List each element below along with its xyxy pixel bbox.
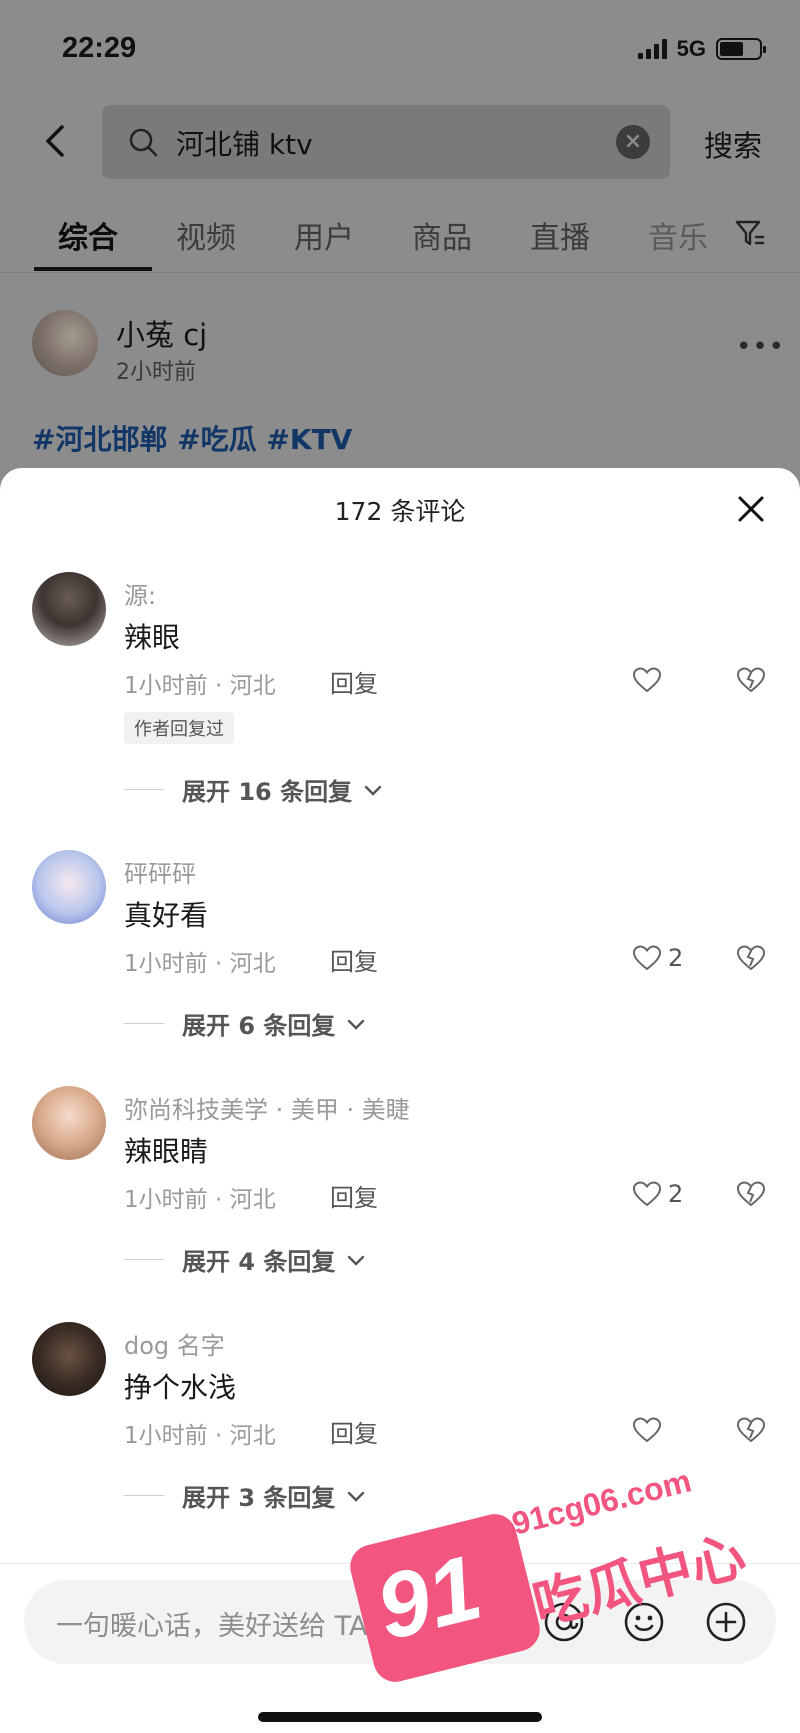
comment-item: dog 名字 挣个水浅 1小时前 · 河北 回复 展开 3 条回复: [0, 1322, 800, 1552]
post-tags[interactable]: #河北邯郸 #吃瓜 #KTV: [32, 418, 352, 458]
status-bar: 22:29 5G: [0, 0, 800, 100]
clear-icon[interactable]: ×: [616, 125, 650, 159]
comment-meta: 1小时前 · 河北: [124, 673, 276, 699]
post-time: 2小时前: [116, 360, 196, 385]
comment-username[interactable]: dog 名字: [124, 1326, 225, 1361]
heart-icon: [632, 1181, 662, 1207]
active-tab-indicator: [34, 267, 152, 271]
avatar[interactable]: [32, 310, 98, 376]
search-input[interactable]: 河北铺 ktv ×: [102, 105, 670, 179]
expand-replies-button[interactable]: 展开 4 条回复: [124, 1242, 367, 1277]
comments-sheet: 172 条评论 源: 辣眼 1小时前 · 河北 回复 作者回复过 展开 16 条…: [0, 468, 800, 1733]
search-icon: [129, 128, 158, 157]
expand-replies-label: 展开 6 条回复: [182, 1012, 336, 1040]
dislike-icon[interactable]: [736, 1416, 766, 1444]
comment-username[interactable]: 源:: [124, 576, 156, 611]
filter-icon[interactable]: [734, 217, 766, 249]
tab-products[interactable]: 商品: [412, 213, 472, 257]
avatar[interactable]: [32, 1322, 106, 1396]
tab-bar: 综合 视频 用户 商品 直播 音乐: [0, 205, 800, 273]
comment-item: 源: 辣眼 1小时前 · 河北 回复 作者回复过 展开 16 条回复: [0, 572, 800, 806]
search-button[interactable]: 搜索: [704, 123, 762, 165]
avatar[interactable]: [32, 850, 106, 924]
comment-username[interactable]: 砰砰砰: [124, 854, 196, 889]
post-header: 小菟 cj 2小时前 •••: [0, 310, 800, 390]
mention-icon[interactable]: [542, 1600, 586, 1644]
status-icons: 5G: [637, 36, 766, 62]
comment-text: 辣眼: [124, 621, 181, 654]
like-button[interactable]: [632, 666, 668, 694]
expand-replies-label: 展开 16 条回复: [182, 778, 353, 806]
comment-input[interactable]: 一句暖心话，美好送给 TA: [24, 1580, 776, 1664]
heart-icon: [632, 945, 662, 971]
signal-icon: [637, 39, 667, 59]
tab-video[interactable]: 视频: [176, 213, 236, 257]
comment-meta: 1小时前 · 河北: [124, 1187, 276, 1213]
search-row: 河北铺 ktv × 搜索: [0, 105, 800, 179]
more-icon[interactable]: •••: [736, 332, 785, 362]
comment-input-bar: 一句暖心话，美好送给 TA: [0, 1563, 800, 1733]
tab-live[interactable]: 直播: [530, 213, 590, 257]
dislike-icon[interactable]: [736, 1180, 766, 1208]
like-button[interactable]: 2: [632, 944, 683, 972]
expand-replies-button[interactable]: 展开 16 条回复: [124, 772, 384, 807]
emoji-icon[interactable]: [622, 1600, 666, 1644]
battery-icon: [716, 38, 766, 60]
like-count: 2: [668, 944, 684, 972]
avatar[interactable]: [32, 1086, 106, 1160]
expand-replies-button[interactable]: 展开 6 条回复: [124, 1006, 367, 1041]
comment-meta: 1小时前 · 河北: [124, 951, 276, 977]
comments-count-title: 172 条评论: [334, 497, 466, 526]
like-button[interactable]: [632, 1416, 668, 1444]
tab-all[interactable]: 综合: [58, 213, 118, 257]
comment-input-placeholder: 一句暖心话，美好送给 TA: [56, 1611, 368, 1642]
reply-button[interactable]: 回复: [330, 664, 378, 699]
comment-item: 砰砰砰 真好看 1小时前 · 河北 回复 2 展开 6 条回复: [0, 850, 800, 1080]
dislike-icon[interactable]: [736, 944, 766, 972]
network-label: 5G: [676, 36, 706, 61]
author-replied-badge: 作者回复过: [124, 712, 234, 744]
reply-button[interactable]: 回复: [330, 942, 378, 977]
add-icon[interactable]: [704, 1600, 748, 1644]
comment-text: 辣眼睛: [124, 1135, 209, 1168]
heart-icon: [632, 667, 662, 693]
tab-music[interactable]: 音乐: [648, 213, 708, 257]
heart-icon: [632, 1417, 662, 1443]
comment-meta: 1小时前 · 河北: [124, 1423, 276, 1449]
back-icon[interactable]: [36, 121, 76, 161]
comment-username[interactable]: 弥尚科技美学 · 美甲 · 美睫: [124, 1090, 410, 1125]
expand-replies-button[interactable]: 展开 3 条回复: [124, 1478, 367, 1513]
tab-users[interactable]: 用户: [294, 213, 354, 257]
close-icon[interactable]: [734, 492, 768, 526]
status-time: 22:29: [62, 32, 137, 64]
comment-text: 真好看: [124, 899, 209, 932]
search-query: 河北铺 ktv: [176, 128, 313, 161]
chevron-down-icon: [348, 1255, 365, 1266]
home-indicator: [258, 1712, 542, 1722]
chevron-down-icon: [348, 1491, 365, 1502]
post-username[interactable]: 小菟 cj: [116, 312, 207, 354]
comment-text: 挣个水浅: [124, 1371, 237, 1404]
comment-item: 弥尚科技美学 · 美甲 · 美睫 辣眼睛 1小时前 · 河北 回复 2 展开 4…: [0, 1086, 800, 1316]
like-button[interactable]: 2: [632, 1180, 683, 1208]
background-page: 22:29 5G 河北铺 ktv × 搜索 综合 视频 用户 商品 直播 音乐: [0, 0, 800, 480]
expand-replies-label: 展开 3 条回复: [182, 1484, 336, 1512]
avatar[interactable]: [32, 572, 106, 646]
like-count: 2: [668, 1180, 684, 1208]
expand-replies-label: 展开 4 条回复: [182, 1248, 336, 1276]
dislike-icon[interactable]: [736, 666, 766, 694]
chevron-down-icon: [348, 1019, 365, 1030]
reply-button[interactable]: 回复: [330, 1178, 378, 1213]
chevron-down-icon: [364, 785, 382, 796]
reply-button[interactable]: 回复: [330, 1414, 378, 1449]
